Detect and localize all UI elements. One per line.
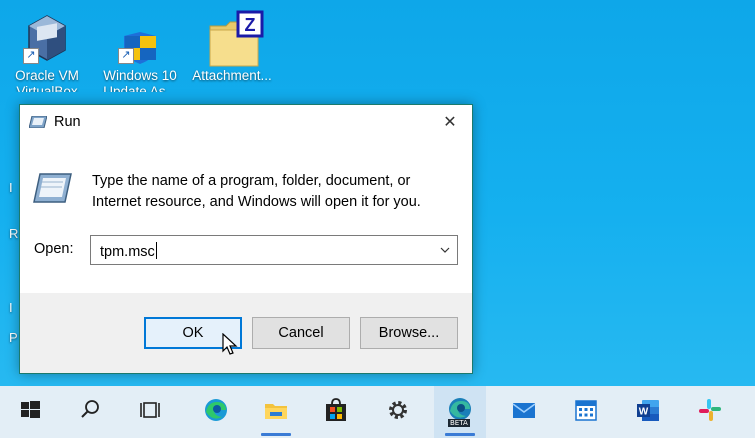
start-button[interactable] — [4, 386, 56, 438]
running-indicator — [261, 433, 291, 436]
windows-shield-icon: ↗ — [112, 10, 168, 66]
desktop-partial-label: I — [9, 300, 13, 315]
taskbar-slack[interactable] — [684, 386, 736, 438]
open-label: Open: — [34, 241, 74, 257]
taskbar-store[interactable] — [310, 386, 362, 438]
taskbar-edge[interactable] — [190, 386, 242, 438]
calendar-icon — [575, 400, 597, 421]
mail-icon — [512, 403, 536, 418]
svg-text:W: W — [639, 407, 649, 418]
chevron-down-icon[interactable] — [439, 244, 451, 256]
desktop-icon-label-line2: Update As... — [103, 84, 177, 92]
mouse-pointer-icon — [222, 333, 238, 355]
text-caret — [155, 242, 157, 259]
run-icon — [29, 116, 47, 128]
virtualbox-icon: ↗ — [19, 10, 75, 66]
cancel-button[interactable]: Cancel — [252, 317, 350, 349]
browse-button[interactable]: Browse... — [360, 317, 458, 349]
desktop-icon-virtualbox[interactable]: ↗ Oracle VM VirtualBox — [6, 10, 88, 92]
desktop-icon-attachment[interactable]: Z Attachment... — [191, 10, 273, 84]
word-icon: W — [637, 400, 659, 421]
taskbar-file-explorer[interactable] — [250, 386, 302, 438]
zipped-folder-icon: Z — [204, 10, 264, 67]
beta-badge: BETA — [448, 419, 470, 427]
running-indicator — [445, 433, 475, 436]
microsoft-store-icon — [326, 398, 346, 421]
desktop-icon-label: Oracle VM — [15, 68, 79, 83]
desktop-partial-label: P — [9, 330, 18, 345]
search-icon — [81, 400, 99, 418]
dialog-description: Type the name of a program, folder, docu… — [92, 173, 421, 210]
desktop-icon-label: Attachment... — [192, 68, 272, 83]
taskbar-settings[interactable] — [372, 386, 424, 438]
shortcut-arrow-icon: ↗ — [23, 48, 39, 64]
task-view-icon — [140, 402, 160, 418]
svg-text:Z: Z — [245, 15, 256, 35]
settings-gear-icon — [389, 401, 407, 419]
slack-icon — [699, 399, 721, 421]
taskbar-word[interactable]: W — [622, 386, 674, 438]
desktop-partial-label: R — [9, 226, 19, 241]
edge-icon — [205, 399, 227, 421]
taskbar-mail[interactable] — [498, 386, 550, 438]
taskbar-calendar[interactable] — [560, 386, 612, 438]
run-icon — [33, 173, 72, 203]
task-view-button[interactable] — [124, 386, 176, 438]
desktop-icon-label: Windows 10 — [103, 68, 177, 83]
open-input[interactable]: tpm.msc — [100, 242, 157, 260]
taskbar-edge-beta[interactable]: BETA — [434, 386, 486, 438]
file-explorer-icon — [265, 404, 287, 419]
run-dialog: Run ✕ Type the name of a program, folder… — [19, 104, 473, 374]
close-button[interactable]: ✕ — [428, 105, 472, 141]
shortcut-arrow-icon: ↗ — [118, 48, 134, 64]
open-input-value: tpm.msc — [100, 244, 155, 260]
desktop-icon-label-line2: VirtualBox — [16, 84, 78, 92]
title-bar[interactable]: Run ✕ — [20, 105, 472, 142]
dialog-title: Run — [54, 114, 81, 130]
desktop-partial-label: I — [9, 180, 13, 195]
open-combobox[interactable]: tpm.msc — [90, 235, 458, 265]
desktop-icon-windows-update[interactable]: ↗ Windows 10 Update As... — [99, 10, 181, 92]
start-icon — [21, 401, 40, 418]
dialog-content: Type the name of a program, folder, docu… — [20, 141, 472, 293]
taskbar: BETA W — [0, 386, 755, 438]
taskbar-search-button[interactable] — [64, 386, 116, 438]
